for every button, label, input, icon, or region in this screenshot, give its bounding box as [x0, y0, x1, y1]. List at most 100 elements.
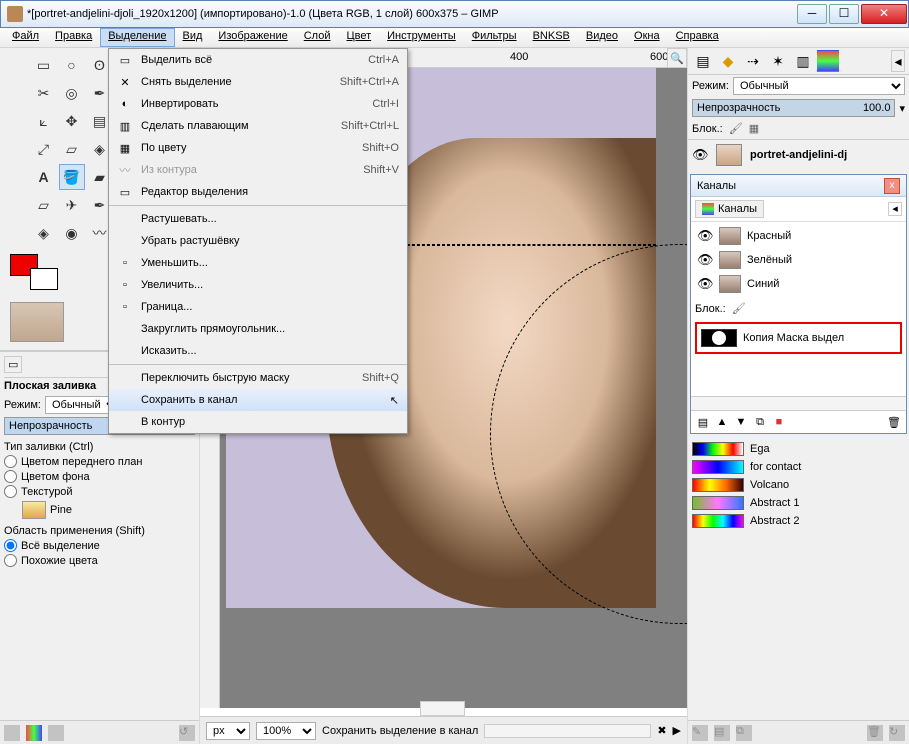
zoom-select[interactable]: 100%	[256, 722, 316, 740]
menu-windows[interactable]: Окна	[626, 28, 668, 47]
menu-select-none[interactable]: ✕Снять выделениеShift+Ctrl+A	[109, 71, 407, 93]
gradient-item[interactable]: Ega	[692, 440, 905, 458]
unit-select[interactable]: px	[206, 722, 250, 740]
bg-color[interactable]	[30, 268, 58, 290]
area-similar-radio[interactable]: Похожие цвета	[4, 554, 195, 567]
minimize-button[interactable]: ─	[797, 4, 827, 24]
menu-select-all[interactable]: ▭Выделить всёCtrl+A	[109, 49, 407, 71]
undo-tab-icon[interactable]: ✶	[767, 50, 789, 72]
menu-shrink[interactable]: ▫Уменьшить...	[109, 252, 407, 274]
scissors-tool[interactable]: ✂	[31, 80, 57, 106]
delete-tool-opts-icon[interactable]	[48, 725, 64, 741]
tab-tool-options[interactable]: ▭	[4, 356, 22, 373]
mask-channel-name[interactable]: Копия Маска выдел	[743, 332, 844, 344]
move-tool[interactable]: ✥	[59, 108, 85, 134]
lock-alpha-icon[interactable]: ▦	[749, 122, 763, 136]
menu-to-path[interactable]: В контур	[109, 411, 407, 433]
menu-help[interactable]: Справка	[668, 28, 727, 47]
new-channel-icon[interactable]: ▤	[695, 414, 711, 430]
area-all-radio[interactable]: Всё выделение	[4, 539, 195, 552]
rect-select-tool[interactable]: ▭	[31, 52, 57, 78]
eye-icon[interactable]: 👁	[697, 252, 713, 268]
delete-icon[interactable]: 🗑	[867, 725, 883, 741]
menu-round-rect[interactable]: Закруглить прямоугольник...	[109, 318, 407, 340]
image-thumbnail[interactable]	[10, 302, 64, 342]
text-tool[interactable]: A	[31, 164, 57, 190]
layers-opacity-slider[interactable]: Непрозрачность100.0	[692, 99, 895, 117]
right-tab-menu[interactable]: ◂	[891, 50, 905, 72]
duplicate-channel-icon[interactable]: ⧉	[752, 414, 768, 430]
menubar[interactable]: Файл Правка Выделение Вид Изображение Сл…	[0, 28, 909, 48]
maximize-button[interactable]: ☐	[829, 4, 859, 24]
new-icon[interactable]: ▤	[714, 725, 730, 741]
restore-tool-opts-icon[interactable]	[26, 725, 42, 741]
menu-float[interactable]: ▥Сделать плавающимShift+Ctrl+L	[109, 115, 407, 137]
fill-fg-radio[interactable]: Цветом переднего план	[4, 455, 195, 468]
menu-color[interactable]: Цвет	[338, 28, 379, 47]
airbrush-tool[interactable]: ✈	[59, 192, 85, 218]
menu-sharpen[interactable]: Убрать растушёвку	[109, 230, 407, 252]
layer-row[interactable]: 👁 portret-andjelini-dj	[688, 140, 909, 170]
fill-pattern-radio[interactable]: Текстурой	[4, 485, 195, 498]
menu-video[interactable]: Видео	[578, 28, 626, 47]
nav-quick-button[interactable]: 🔍	[667, 48, 687, 68]
color-swatches[interactable]	[10, 254, 58, 290]
gradient-item[interactable]: for contact	[692, 458, 905, 476]
dup-icon[interactable]: ⧉	[736, 725, 752, 741]
menu-view[interactable]: Вид	[175, 28, 211, 47]
blur-tool[interactable]: ◉	[59, 220, 85, 246]
save-tool-opts-icon[interactable]	[4, 725, 20, 741]
layers-tab-icon[interactable]: ▤	[692, 50, 714, 72]
eye-icon[interactable]: 👁	[692, 147, 708, 163]
histogram-tab-icon[interactable]: ▥	[792, 50, 814, 72]
channel-mask-row[interactable]: Копия Маска выдел	[699, 326, 898, 350]
edit-icon[interactable]: ✎	[692, 725, 708, 741]
fill-bg-radio[interactable]: Цветом фона	[4, 470, 195, 483]
close-button[interactable]: ✕	[861, 4, 907, 24]
horizontal-scrollbar[interactable]	[420, 701, 465, 716]
channel-blue[interactable]: 👁Синий	[695, 272, 902, 296]
perspective-clone-tool[interactable]: ◈	[31, 220, 57, 246]
scale-tool[interactable]: ⤢	[31, 136, 57, 162]
menu-image[interactable]: Изображение	[210, 28, 295, 47]
gradient-item[interactable]: Abstract 1	[692, 494, 905, 512]
gradient-item[interactable]: Volcano	[692, 476, 905, 494]
eye-icon[interactable]: 👁	[697, 228, 713, 244]
cancel-icon[interactable]: ✖	[657, 724, 666, 737]
menu-by-color[interactable]: ▦По цветуShift+O	[109, 137, 407, 159]
menu-bnksb[interactable]: BNKSB	[525, 28, 578, 47]
channel-green[interactable]: 👁Зелёный	[695, 248, 902, 272]
menu-distort[interactable]: Исказить...	[109, 340, 407, 362]
channels-tab-menu[interactable]: ◂	[888, 202, 902, 216]
menu-feather[interactable]: Растушевать...	[109, 208, 407, 230]
refresh-icon[interactable]: ↻	[889, 725, 905, 741]
raise-channel-icon[interactable]: ▲	[714, 414, 730, 430]
channels-tab[interactable]: Каналы	[695, 200, 764, 218]
to-selection-icon[interactable]: ■	[771, 414, 787, 430]
eye-icon[interactable]: 👁	[697, 276, 713, 292]
nav-right-icon[interactable]: ▶	[673, 724, 681, 737]
measure-tool[interactable]: ⟀	[31, 108, 57, 134]
bucket-fill-tool[interactable]: 🪣	[59, 164, 85, 190]
channels-scrollbar[interactable]	[691, 396, 906, 410]
menu-select[interactable]: Выделение	[100, 28, 174, 47]
layer-thumbnail[interactable]	[716, 144, 742, 166]
delete-channel-icon[interactable]: 🗑	[886, 414, 902, 430]
menu-filters[interactable]: Фильтры	[464, 28, 525, 47]
lower-channel-icon[interactable]: ▼	[733, 414, 749, 430]
lock-pixels-icon[interactable]: 🖌	[729, 122, 743, 136]
lock-icon[interactable]: 🖌	[732, 302, 746, 316]
channels-tab-icon[interactable]: ◆	[717, 50, 739, 72]
ellipse-select-tool[interactable]: ○	[59, 52, 85, 78]
eraser-tool[interactable]: ▱	[31, 192, 57, 218]
layers-mode-select[interactable]: Обычный	[733, 77, 905, 95]
layer-name[interactable]: portret-andjelini-dj	[750, 149, 847, 161]
fg-select-tool[interactable]: ◎	[59, 80, 85, 106]
mask-thumbnail[interactable]	[701, 329, 737, 347]
channels-close-icon[interactable]: x	[884, 178, 900, 194]
pattern-swatch[interactable]	[22, 501, 46, 519]
menu-file[interactable]: Файл	[4, 28, 47, 47]
reset-tool-opts-icon[interactable]: ↺	[179, 725, 195, 741]
menu-edit[interactable]: Правка	[47, 28, 100, 47]
menu-invert[interactable]: ◐ИнвертироватьCtrl+I	[109, 93, 407, 115]
